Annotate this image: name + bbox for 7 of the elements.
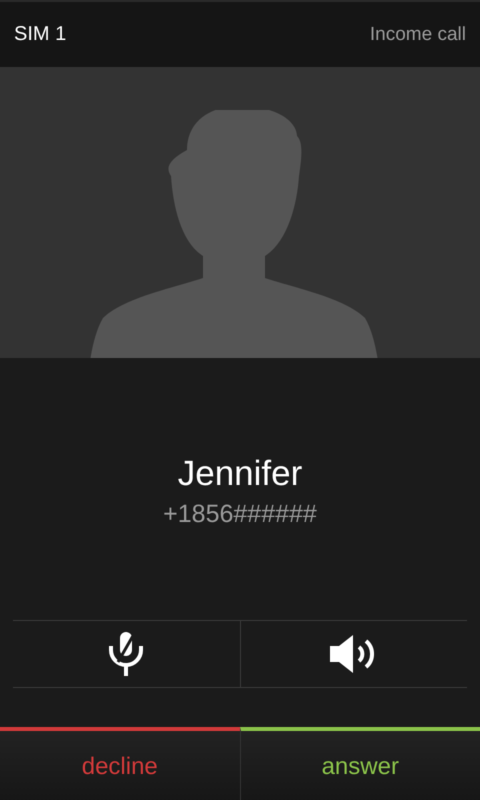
decline-button[interactable]: decline xyxy=(0,727,240,800)
call-status: Income call xyxy=(370,24,466,46)
sim-label: SIM 1 xyxy=(14,23,66,46)
answer-button[interactable]: answer xyxy=(240,727,480,800)
caller-number: +1856###### xyxy=(163,500,317,529)
caller-name: Jennifer xyxy=(178,454,302,494)
muted-microphone-icon xyxy=(107,632,146,676)
